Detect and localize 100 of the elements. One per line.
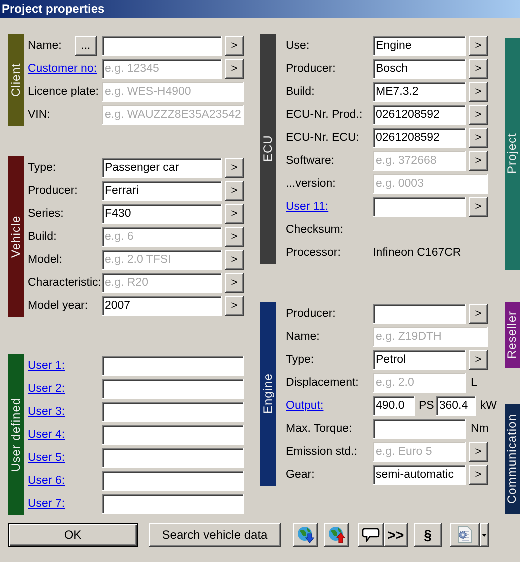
input-field[interactable]: 490.0 <box>373 396 415 416</box>
field-label: Gear: <box>286 468 315 480</box>
select-button[interactable]: > <box>225 58 244 78</box>
input-field[interactable] <box>102 494 244 514</box>
section-band: ECU <box>260 34 276 264</box>
field-label: Model year: <box>28 300 88 312</box>
field-link[interactable]: User 5: <box>28 452 66 464</box>
field-label: Checksum: <box>286 224 344 236</box>
globe-download-icon <box>296 526 314 544</box>
select-button[interactable]: > <box>469 196 488 216</box>
unit-label: PS <box>418 400 434 412</box>
field-label: Producer: <box>286 62 336 74</box>
field-label: Producer: <box>28 184 78 196</box>
input-field[interactable]: e.g. 12345 <box>102 58 222 78</box>
field-label: Emission std.: <box>286 446 358 458</box>
field-label: ...version: <box>286 178 336 190</box>
field-link[interactable]: User 3: <box>28 406 66 418</box>
input-field[interactable]: Engine <box>373 36 466 56</box>
section-band: Client <box>8 34 24 126</box>
select-button[interactable]: > <box>469 464 488 484</box>
input-field[interactable] <box>373 418 466 438</box>
field-label: ECU-Nr. ECU: <box>286 132 360 144</box>
input-field[interactable] <box>102 378 244 398</box>
input-field[interactable]: 0261208592 <box>373 128 466 148</box>
input-field[interactable]: Bosch <box>373 58 466 78</box>
input-field[interactable] <box>102 470 244 490</box>
select-button[interactable]: > <box>469 58 488 78</box>
field-label: Characteristic: <box>28 276 102 288</box>
input-field[interactable]: e.g. R20 <box>102 272 222 292</box>
select-button[interactable]: > <box>469 304 488 324</box>
input-field[interactable] <box>102 448 244 468</box>
input-field[interactable] <box>102 424 244 444</box>
input-field[interactable]: Petrol <box>373 350 466 370</box>
toolbar-button[interactable] <box>324 523 349 547</box>
ok-button[interactable]: OK <box>8 523 138 547</box>
field-label: Build: <box>286 86 315 98</box>
input-field[interactable]: Passenger car <box>102 158 222 178</box>
input-field[interactable] <box>102 356 244 376</box>
value-text: Infineon C167CR <box>373 246 462 258</box>
field-link[interactable]: User 7: <box>28 498 66 510</box>
field-label: Name: <box>286 330 320 342</box>
toolbar-button[interactable] <box>293 523 318 547</box>
unit-label: Nm <box>470 422 488 434</box>
input-field[interactable] <box>373 196 466 216</box>
select-button[interactable]: > <box>469 36 488 56</box>
field-link[interactable]: User 6: <box>28 474 66 486</box>
toolbar-button[interactable]: >> <box>384 523 408 547</box>
toolbar-button[interactable]: § <box>414 523 442 547</box>
search-button[interactable]: Search vehicle data <box>149 523 281 547</box>
input-field[interactable]: semi-automatic <box>373 464 466 484</box>
field-label: Software: <box>286 154 335 166</box>
speech-bubble-icon <box>362 528 380 542</box>
field-link[interactable]: Customer no: <box>28 62 98 74</box>
input-field[interactable]: ME7.3.2 <box>373 82 466 102</box>
field-link[interactable]: User 1: <box>28 360 66 372</box>
field-link[interactable]: Output: <box>286 400 324 412</box>
dropdown-button[interactable] <box>480 523 489 547</box>
unit-label: kW <box>479 400 497 412</box>
select-button[interactable]: > <box>225 296 244 316</box>
field-label: Displacement: <box>286 376 359 388</box>
toolbar-button[interactable] <box>450 523 480 547</box>
field-link[interactable]: User 2: <box>28 382 66 394</box>
field-label: VIN: <box>28 108 50 120</box>
field-label: ECU-Nr. Prod.: <box>286 108 363 120</box>
field-label: Name: <box>28 40 62 52</box>
caret-icon <box>482 534 487 536</box>
field-label: Series: <box>28 208 64 220</box>
field-link[interactable]: User 11: <box>286 200 329 212</box>
input-field[interactable] <box>102 402 244 422</box>
input-field[interactable]: F430 <box>102 204 222 224</box>
select-button[interactable]: > <box>469 128 488 148</box>
select-button[interactable]: > <box>225 158 244 178</box>
select-button[interactable]: > <box>469 350 488 370</box>
field-link[interactable]: User 4: <box>28 428 66 440</box>
input-field[interactable]: 0261208592 <box>373 104 466 124</box>
field-label: Model: <box>28 254 63 266</box>
select-button[interactable]: > <box>225 226 244 246</box>
input-field[interactable]: e.g. 6 <box>102 226 222 246</box>
browse-button[interactable]: ... <box>75 36 97 56</box>
select-button[interactable]: > <box>469 104 488 124</box>
select-button[interactable]: > <box>225 36 244 56</box>
select-button[interactable]: > <box>469 82 488 102</box>
toolbar-button[interactable] <box>358 523 384 547</box>
select-button[interactable]: > <box>225 272 244 292</box>
field-label: Build: <box>28 230 57 242</box>
input-field[interactable]: Ferrari <box>102 180 222 200</box>
field-label: Type: <box>28 162 56 174</box>
side-tab[interactable]: Project <box>505 38 520 270</box>
side-tab[interactable]: Communication <box>505 404 520 514</box>
input-field[interactable] <box>373 304 466 324</box>
select-button[interactable]: > <box>225 250 244 270</box>
select-button[interactable]: > <box>225 180 244 200</box>
input-field[interactable] <box>102 36 222 56</box>
input-field[interactable]: e.g. 2.0 TFSI <box>102 250 222 270</box>
section-band: Vehicle <box>8 156 24 317</box>
side-tab[interactable]: Reseller <box>505 302 520 368</box>
input-field[interactable]: 2007 <box>102 296 222 316</box>
field-label: Max. Torque: <box>286 422 352 434</box>
input-field[interactable]: 360.4 <box>436 396 476 416</box>
select-button[interactable]: > <box>225 204 244 224</box>
